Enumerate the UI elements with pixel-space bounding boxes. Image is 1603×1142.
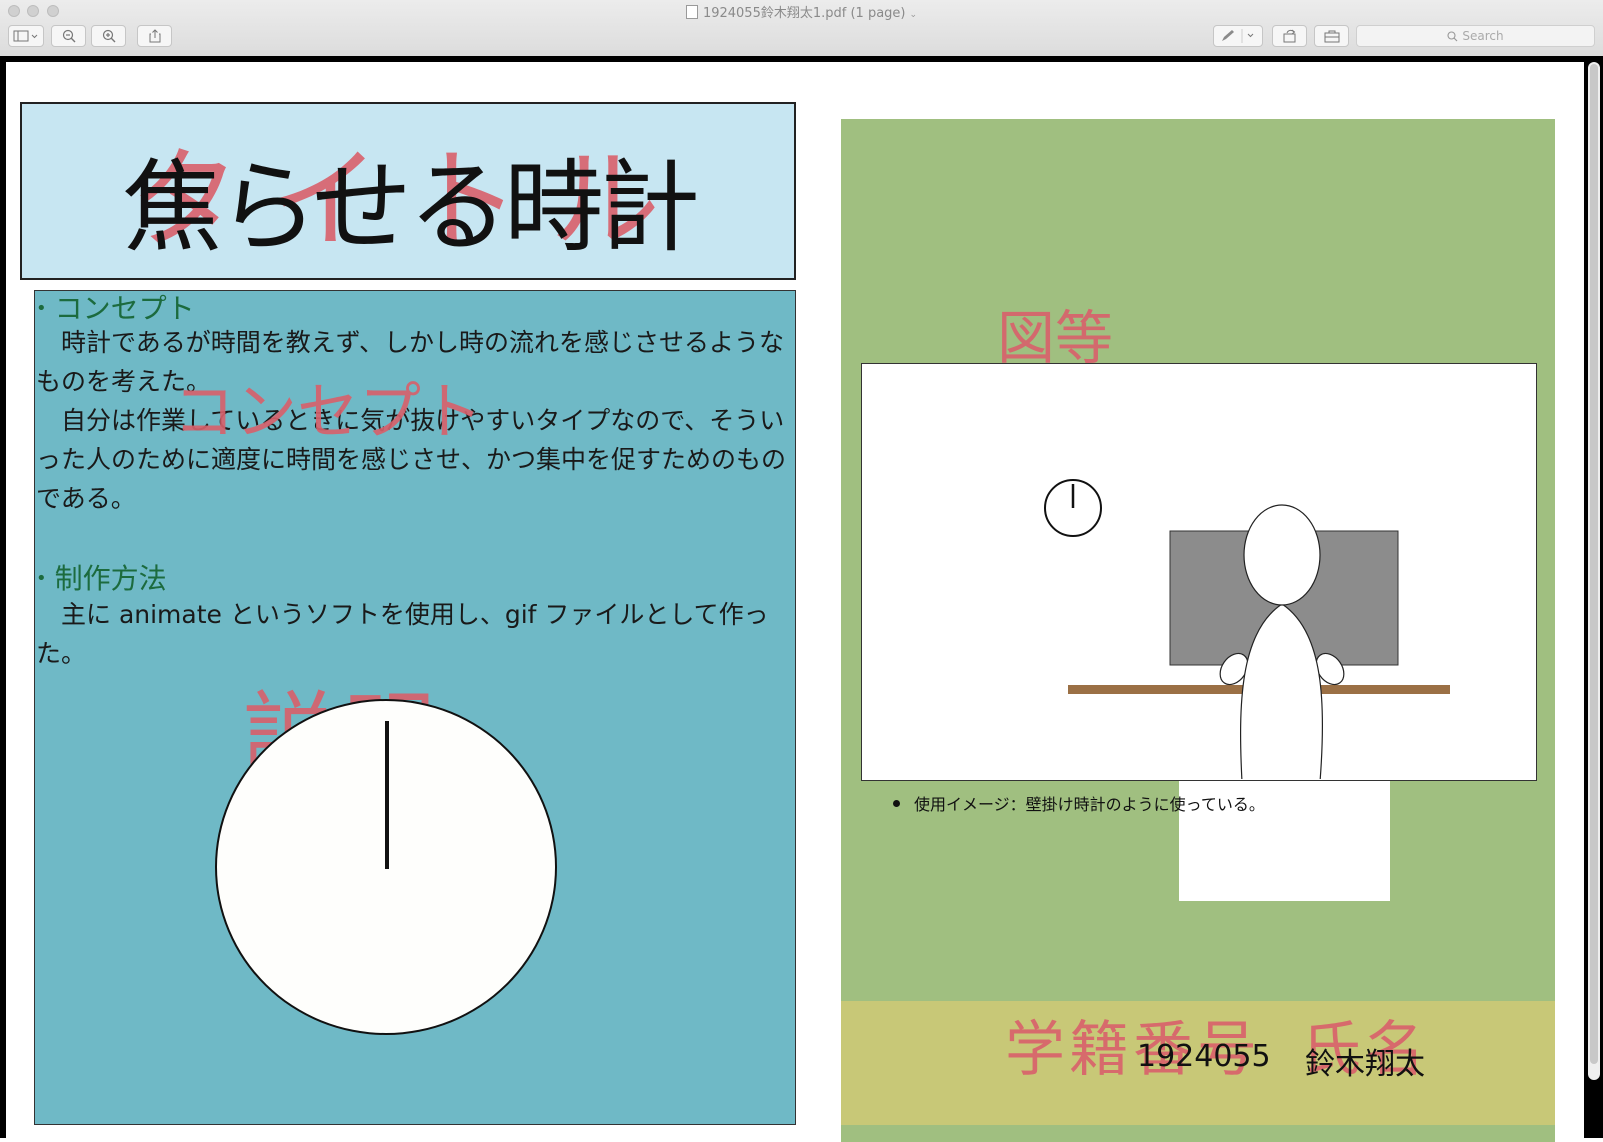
window-titlebar: 1924055鈴木翔太1.pdf (1 page) ⌄ Search [0,0,1603,57]
file-icon [685,5,698,19]
zoom-in-icon [102,29,115,43]
search-icon [1447,30,1458,41]
usage-illustration [1044,479,1450,783]
method-heading: • 制作方法 [36,557,167,597]
student-info-band: 学籍番号 氏名 1924055 鈴木翔太 [841,1001,1555,1125]
toolbox-button[interactable] [1314,25,1349,47]
concept-heading: • コンセプト [36,287,195,327]
poster-title: 焦らせる時計 [122,149,700,266]
zoom-out-button[interactable] [51,25,86,47]
markup-button[interactable] [1213,25,1263,47]
figure-caption-text: 使用イメージ：壁掛け時計のように使っている。 [914,795,1265,814]
chevron-down-icon: ⌄ [909,10,918,20]
title-panel: タイトル 焦らせる時計 [20,102,796,280]
sidebar-toggle-icon [13,30,38,42]
pdf-page: タイトル 焦らせる時計 • コンセプト 時計であるが時間を教えず、しかし時の流れを… [6,62,1584,1142]
concept-paragraph-2: 自分は作業しているときに気が抜けやすいタイプなので、そういった人のために適度に時… [36,406,787,513]
rotate-button[interactable] [1272,25,1307,47]
bullet-icon [893,800,900,807]
figure-caption: 使用イメージ：壁掛け時計のように使っている。 [893,791,1265,815]
share-icon [149,29,160,43]
clock-hand [385,721,389,869]
zoom-out-icon [62,29,75,43]
vertical-scrollbar[interactable] [1588,62,1600,1080]
usage-image [861,363,1537,783]
concept-paragraph-1: 時計であるが時間を教えず、しかし時の流れを感じさせるようなものを考えた。 [36,328,785,396]
share-button[interactable] [137,25,172,47]
markup-pen-icon [1222,29,1254,43]
search-field[interactable]: Search [1356,25,1595,47]
concept-heading-text: コンセプト [54,292,195,325]
method-heading-text: 制作方法 [54,562,167,595]
scrollbar-thumb[interactable] [1590,64,1598,1064]
search-placeholder: Search [1462,29,1504,43]
bullet-icon: • [36,298,47,319]
document-view[interactable]: タイトル 焦らせる時計 • コンセプト 時計であるが時間を教えず、しかし時の流れを… [0,56,1603,1142]
student-name-value: 鈴木翔太 [1305,1047,1425,1082]
sidebar-toggle-button[interactable] [8,25,44,47]
document-title[interactable]: 1924055鈴木翔太1.pdf (1 page) ⌄ [0,2,1603,21]
zoom-in-button[interactable] [91,25,126,47]
toolbox-icon [1324,30,1339,43]
bullet-icon: • [36,568,47,589]
document-title-text: 1924055鈴木翔太1.pdf (1 page) [702,6,906,21]
method-paragraph: 主に animate というソフトを使用し、gif ファイルとして作った。 [36,600,769,668]
student-id-value: 1924055 [1137,1039,1271,1074]
figure-panel: 図等 使用イメージ：壁掛け時計のように使っている。 学籍番号 氏名 192405… [841,119,1555,1142]
rotate-icon [1283,29,1295,43]
clock-illustration [215,699,557,1035]
wall-clock-icon [1044,479,1102,537]
description-panel: • コンセプト 時計であるが時間を教えず、しかし時の流れを感じさせるようなものを考… [34,290,796,1125]
